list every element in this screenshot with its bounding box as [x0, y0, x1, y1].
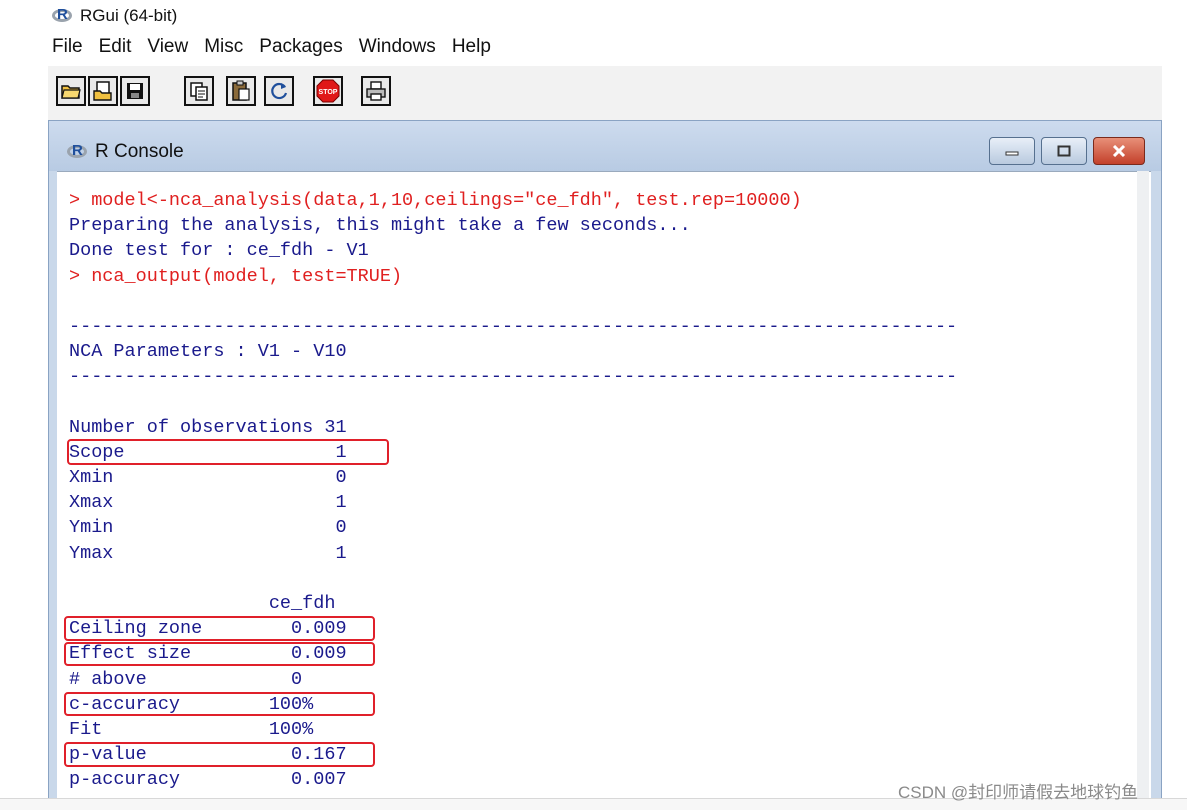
minimize-button[interactable] — [989, 137, 1035, 165]
maximize-icon — [1057, 145, 1071, 157]
close-button[interactable] — [1093, 137, 1145, 165]
console-output-line: NCA Parameters : V1 - V10 — [69, 341, 347, 363]
vertical-scrollbar[interactable] — [1137, 171, 1149, 810]
r-console-window: R R Console > model<-nca_analysis(data,1… — [48, 120, 1162, 811]
app-title-bar: R RGui (64-bit) — [52, 4, 177, 28]
r-console-logo-icon: R — [67, 142, 89, 160]
menu-packages[interactable]: Packages — [259, 36, 342, 64]
ceiling-zone-highlight-box — [64, 616, 375, 641]
refresh-icon — [271, 82, 288, 100]
save-icon — [127, 83, 143, 99]
console-output-line: ce_fdh — [69, 593, 336, 614]
p-value-highlight-box — [64, 742, 375, 767]
copy-icon — [190, 82, 208, 101]
menu-bar: File Edit View Misc Packages Windows Help — [52, 36, 507, 64]
console-title-bar: R R Console — [49, 121, 1161, 171]
menu-windows[interactable]: Windows — [359, 36, 436, 64]
r-logo-icon: R — [52, 6, 74, 24]
console-title: R Console — [95, 141, 184, 162]
effect-size-highlight-box — [64, 642, 375, 666]
console-output-line: Ymax 1 — [69, 542, 347, 564]
console-input-line: > model<-nca_analysis(data,1,10,ceilings… — [69, 190, 802, 211]
copy-button[interactable] — [184, 76, 214, 106]
paste-icon — [232, 80, 250, 101]
watermark: CSDN @封印师请假去地球钓鱼 — [898, 783, 1139, 802]
console-output-line: ----------------------------------------… — [69, 315, 958, 337]
console-output-line: Xmax 1 — [69, 492, 347, 514]
svg-text:STOP: STOP — [319, 89, 338, 96]
close-icon — [1112, 145, 1126, 157]
console-output-line: ----------------------------------------… — [69, 366, 958, 388]
load-workspace-icon — [93, 81, 112, 101]
paste-button[interactable] — [226, 76, 256, 106]
menu-file[interactable]: File — [52, 36, 83, 64]
c-accuracy-highlight-box — [64, 692, 375, 716]
scope-highlight-box — [67, 439, 389, 465]
stop-icon: STOP — [316, 79, 340, 103]
print-icon — [366, 81, 386, 101]
console-output-line: Done test for : ce_fdh - V1 — [69, 240, 369, 262]
console-output-line: Preparing the analysis, this might take … — [69, 215, 691, 237]
menu-edit[interactable]: Edit — [99, 36, 132, 64]
console-output-line: Ymin 0 — [69, 517, 347, 539]
console-output-line: p-accuracy 0.007 — [69, 769, 347, 791]
toolbar: STOP — [48, 66, 1162, 121]
menu-view[interactable]: View — [147, 36, 188, 64]
console-input-line: > nca_output(model, test=TRUE) — [69, 265, 403, 287]
console-output-line: Fit 100% — [69, 718, 314, 740]
open-script-button[interactable] — [56, 76, 86, 106]
menu-help[interactable]: Help — [452, 36, 491, 64]
maximize-button[interactable] — [1041, 137, 1087, 165]
console-output-line: Xmin 0 — [69, 467, 347, 489]
console-output-area[interactable]: > model<-nca_analysis(data,1,10,ceilings… — [57, 171, 1151, 811]
open-folder-icon — [61, 85, 81, 99]
copy-paste-button[interactable] — [264, 76, 294, 106]
stop-button[interactable]: STOP — [313, 76, 343, 106]
menu-misc[interactable]: Misc — [204, 36, 243, 64]
app-title: RGui (64-bit) — [80, 6, 178, 25]
console-output-line: # above 0 — [69, 668, 303, 690]
minimize-icon — [1005, 151, 1019, 156]
load-workspace-button[interactable] — [88, 76, 118, 106]
print-button[interactable] — [361, 76, 391, 106]
console-output-line: Number of observations 31 — [69, 416, 347, 438]
save-workspace-button[interactable] — [120, 76, 150, 106]
